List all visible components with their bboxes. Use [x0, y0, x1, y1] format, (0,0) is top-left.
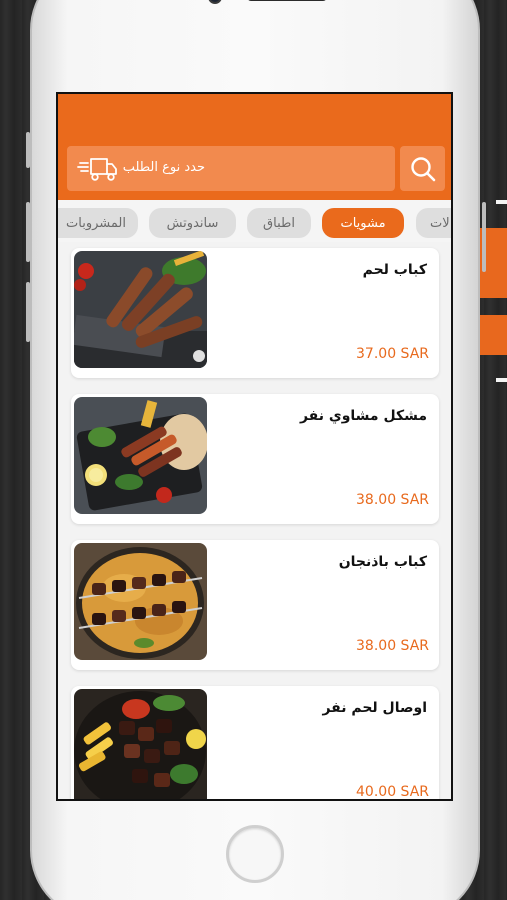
menu-item-price: 40.00 SAR	[356, 784, 429, 800]
search-button[interactable]	[400, 146, 445, 191]
volume-down-button	[26, 282, 30, 342]
power-button	[482, 202, 486, 272]
tab-dishes[interactable]: اطباق	[247, 208, 311, 238]
volume-up-button	[26, 202, 30, 262]
eggplant-kebab-photo	[74, 543, 207, 660]
mute-switch	[26, 132, 30, 168]
menu-item-card[interactable]: اوصال لحم نفر 40.00 SAR	[71, 686, 439, 800]
menu-item-price: 37.00 SAR	[356, 346, 429, 362]
front-camera	[208, 0, 222, 4]
menu-item-price: 38.00 SAR	[356, 638, 429, 654]
meat-cubes-photo	[74, 689, 207, 799]
menu-list: كباب لحم 37.00 SAR مشكل مشاوي نفر 38.00 …	[58, 242, 451, 800]
tab-salads[interactable]: لات	[416, 208, 451, 238]
app-screen: حدد نوع الطلب لات مشويات اطباق ساندوتش ا…	[56, 92, 453, 801]
menu-item-price: 38.00 SAR	[356, 492, 429, 508]
menu-item-name: اوصال لحم نفر	[322, 700, 427, 716]
order-type-field[interactable]: حدد نوع الطلب	[67, 146, 395, 191]
tab-drinks[interactable]: المشروبات	[58, 208, 138, 238]
app-header: حدد نوع الطلب	[58, 94, 451, 200]
menu-item-name: مشكل مشاوي نفر	[299, 408, 427, 424]
mixed-grill-photo	[74, 397, 207, 514]
menu-item-name: كباب لحم	[362, 262, 427, 278]
tab-sandwiches[interactable]: ساندوتش	[149, 208, 236, 238]
order-type-placeholder: حدد نوع الطلب	[122, 160, 205, 175]
search-icon	[410, 156, 435, 181]
category-tabs: لات مشويات اطباق ساندوتش المشروبات	[58, 200, 451, 242]
menu-item-name: كباب باذنجان	[338, 554, 427, 570]
tab-grills[interactable]: مشويات	[322, 208, 404, 238]
delivery-truck-icon	[77, 158, 117, 181]
background-decoration	[476, 540, 507, 670]
menu-item-card[interactable]: كباب لحم 37.00 SAR	[71, 248, 439, 378]
earpiece-speaker	[247, 0, 327, 1]
menu-item-card[interactable]: مشكل مشاوي نفر 38.00 SAR	[71, 394, 439, 524]
kebab-skewers-photo	[74, 251, 207, 368]
home-button[interactable]	[226, 825, 284, 883]
menu-item-card[interactable]: كباب باذنجان 38.00 SAR	[71, 540, 439, 670]
background-decoration	[496, 378, 507, 382]
background-decoration	[478, 315, 507, 355]
background-decoration	[496, 200, 507, 204]
